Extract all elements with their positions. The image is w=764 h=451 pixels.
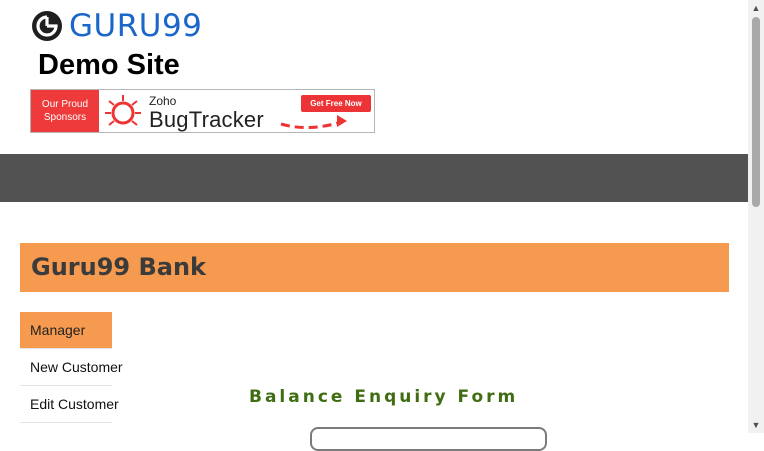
scroll-down-icon[interactable]: ▼ — [748, 417, 764, 433]
menu-item-new-customer[interactable]: New Customer — [20, 349, 123, 386]
bank-title: Guru99 Bank — [31, 253, 206, 281]
bugtracker-label: BugTracker — [149, 107, 264, 132]
scroll-up-icon[interactable]: ▲ — [748, 0, 764, 16]
logo-text: GURU99 — [69, 8, 203, 44]
zoho-label: Zoho — [149, 94, 177, 108]
sponsor-banner[interactable]: Our Proud Sponsors Zoho BugTracker Get F… — [30, 89, 375, 133]
get-free-now-button[interactable]: Get Free Now — [301, 95, 371, 112]
sponsor-label: Our Proud Sponsors — [31, 90, 99, 132]
side-menu: Manager New Customer Edit Customer — [20, 312, 123, 423]
form-container — [310, 427, 547, 451]
navbar — [0, 154, 748, 202]
form-title: Balance Enquiry Form — [249, 387, 519, 407]
sponsor-label-line1: Our Proud — [41, 99, 89, 110]
guru99-logo[interactable]: GURU99 — [31, 9, 202, 43]
scrollbar[interactable]: ▲ ▼ — [748, 0, 764, 433]
arrow-icon — [280, 115, 347, 129]
menu-item-manager[interactable]: Manager — [20, 312, 112, 349]
scrollbar-thumb[interactable] — [752, 17, 760, 207]
sponsor-label-line2: Sponsors — [43, 112, 87, 123]
menu-item-edit-customer[interactable]: Edit Customer — [20, 386, 119, 423]
sponsor-ad[interactable]: Zoho BugTracker Get Free Now — [99, 90, 374, 132]
bank-header: Guru99 Bank — [20, 243, 729, 292]
bug-icon — [105, 95, 141, 126]
site-title: Demo Site — [38, 49, 180, 81]
guru99-logo-icon — [32, 11, 62, 41]
